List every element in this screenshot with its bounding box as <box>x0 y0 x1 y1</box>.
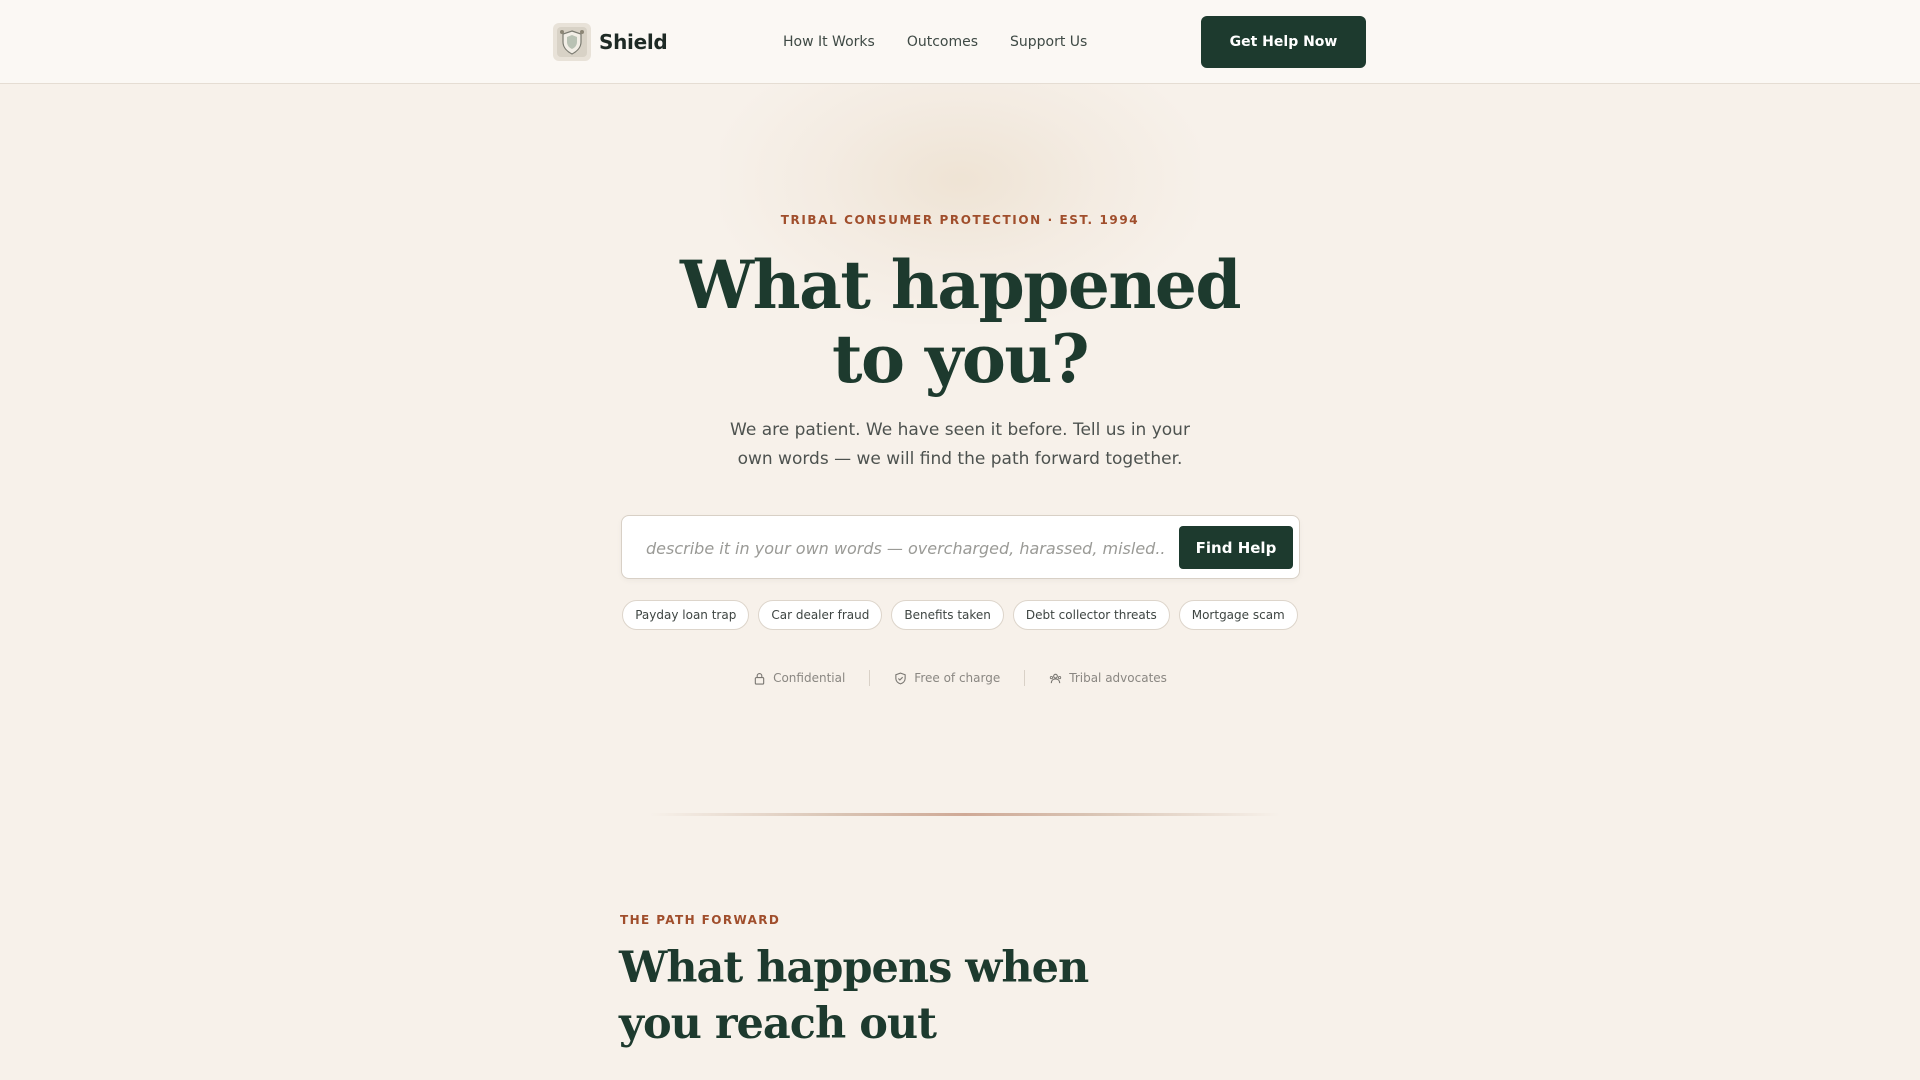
trust-free: Free of charge <box>894 671 1000 685</box>
shield-logo-icon <box>553 23 591 61</box>
brand-name: Shield <box>599 30 668 54</box>
section-eyebrow: THE PATH FORWARD <box>620 913 781 927</box>
brand[interactable]: Shield <box>553 22 668 62</box>
chip-mortgage-scam[interactable]: Mortgage scam <box>1178 600 1298 630</box>
help-search-bar: Find Help <box>621 515 1300 579</box>
help-search-input[interactable] <box>646 528 1166 568</box>
section-title: What happens when you reach out <box>619 940 1139 1052</box>
chip-payday-loan-trap[interactable]: Payday loan trap <box>622 600 750 630</box>
find-help-button[interactable]: Find Help <box>1179 526 1293 569</box>
hero-title: What happened to you? <box>560 248 1360 396</box>
main-nav: How It Works Outcomes Support Us <box>783 0 1087 84</box>
trust-free-label: Free of charge <box>914 671 1001 685</box>
suggestion-chips: Payday loan trap Car dealer fraud Benefi… <box>0 600 1920 630</box>
hero-eyebrow: TRIBAL CONSUMER PROTECTION · EST. 1994 <box>780 213 1140 227</box>
trust-advocates: Tribal advocates <box>1049 671 1167 685</box>
nav-outcomes[interactable]: Outcomes <box>907 34 978 50</box>
section-title-line2: you reach out <box>619 999 937 1049</box>
trust-confidential-label: Confidential <box>773 671 846 685</box>
people-icon <box>1050 673 1062 683</box>
trust-advocates-label: Tribal advocates <box>1069 671 1167 685</box>
section-title-line1: What happens when <box>619 943 1089 993</box>
chip-car-dealer-fraud[interactable]: Car dealer fraud <box>758 600 883 630</box>
trust-separator <box>869 670 871 686</box>
section-divider <box>650 813 1280 816</box>
trust-badges: Confidential Free of charge Tribal advoc… <box>0 668 1920 688</box>
trust-confidential: Confidential <box>753 671 845 685</box>
shield-check-icon <box>895 672 906 684</box>
trust-separator <box>1024 670 1026 686</box>
nav-how-it-works[interactable]: How It Works <box>783 34 875 50</box>
chip-benefits-taken[interactable]: Benefits taken <box>891 600 1004 630</box>
hero-subtitle: We are patient. We have seen it before. … <box>730 420 1190 469</box>
site-header: Shield How It Works Outcomes Support Us … <box>0 0 1920 84</box>
lock-icon <box>754 672 765 685</box>
hero-title-line1: What happened <box>680 246 1242 324</box>
chip-debt-collector-threats[interactable]: Debt collector threats <box>1012 600 1170 630</box>
get-help-now-button[interactable]: Get Help Now <box>1201 16 1366 68</box>
nav-support-us[interactable]: Support Us <box>1010 34 1087 50</box>
hero-title-line2: to you? <box>831 320 1090 398</box>
